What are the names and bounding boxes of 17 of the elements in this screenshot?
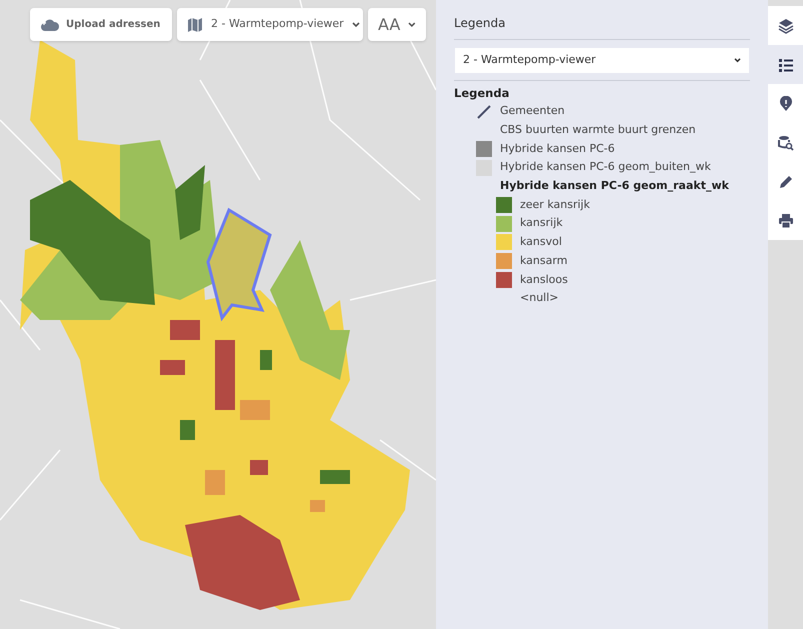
legend-label: Hybride kansen PC-6 geom_buiten_wk (500, 159, 711, 176)
legend-label: <null> (520, 290, 558, 306)
legend-label: CBS buurten warmte buurt grenzen (500, 122, 696, 138)
map-select-dropdown[interactable]: 2 - Warmtepomp-viewer (177, 8, 363, 41)
legend-label: zeer kansrijk (520, 196, 590, 213)
legend-label: Gemeenten (500, 103, 565, 120)
map-select-dropdown[interactable]: 2 - Warmtepomp-viewer (455, 48, 749, 73)
legend-group-title: Hybride kansen PC-6 geom_raakt_wk (500, 178, 729, 194)
legend-label: kansloos (520, 272, 568, 288)
legend-label: kansarm (520, 252, 568, 269)
upload-addresses-button[interactable]: Upload adressen (30, 8, 172, 41)
legend-heading: Legenda (454, 85, 510, 102)
font-size-button[interactable]: AA (368, 8, 426, 41)
legend-label: kansvol (520, 234, 562, 250)
legend-label: Hybride kansen PC-6 (500, 140, 615, 157)
panel-title: Legenda (454, 14, 750, 40)
legend-label: kansrijk (520, 215, 563, 232)
